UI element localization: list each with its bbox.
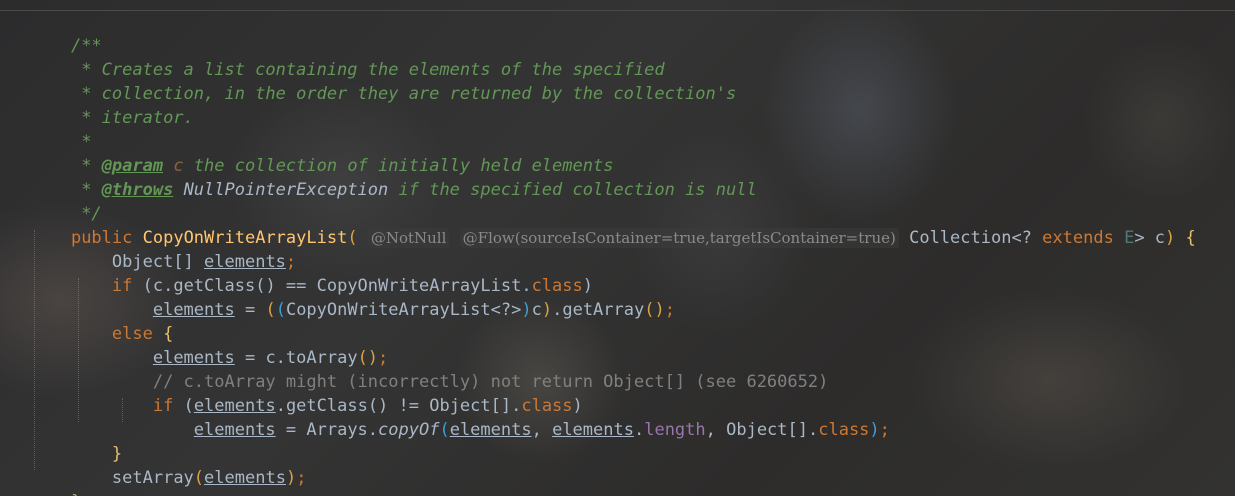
javadoc-exception-ref[interactable]: NullPointerException [173,180,389,200]
method-call[interactable]: .getArray [552,300,644,320]
code-editor[interactable]: /** * Creates a list containing the elem… [0,0,1235,496]
paren: ) [869,420,880,440]
paren: ) [521,300,532,320]
semicolon: ; [664,300,675,320]
paren: ) [285,468,297,488]
param-name[interactable]: > c [1134,228,1165,248]
local-variable[interactable]: elements [450,420,532,440]
variable-c[interactable]: c [532,300,542,320]
code-line-13[interactable]: else { [30,298,173,344]
code-line-8[interactable]: */ [30,178,101,224]
code-line-6[interactable]: * @param c the collection of initially h… [30,130,613,176]
code-line-18[interactable]: } [30,418,122,464]
method-call[interactable]: setArray [112,468,194,488]
cast-type[interactable]: CopyOnWriteArrayList<?> [286,300,521,320]
semicolon: ; [879,420,890,440]
code-line-15[interactable]: // c.toArray might (incorrectly) not ret… [30,346,829,392]
paren: ) [541,300,553,320]
paren: ( [193,468,205,488]
paren: ) [1165,228,1176,248]
paren: ( [439,420,450,440]
argument-type[interactable]: , Object[]. [706,420,819,440]
keyword-extends: extends [1042,228,1114,248]
code-line-19[interactable]: setArray(elements); [30,442,307,488]
code-line-4[interactable]: * iterator. [30,82,194,128]
javadoc-throws-tag[interactable]: @throws [102,180,174,200]
keyword-class: class [818,420,870,440]
paren: () [644,300,665,320]
brace: } [71,492,81,496]
code-line-2[interactable]: * Creates a list containing the elements… [30,34,664,80]
local-variable[interactable]: elements [194,420,276,440]
javadoc-text: if the specified collection is null [388,180,757,200]
inlay-hint-notnull[interactable]: @NotNull [367,228,450,248]
editor-top-border [0,10,1235,11]
code-line-1[interactable]: /** [30,10,102,56]
code-line-10[interactable]: Object[] elements; [30,226,296,272]
local-variable[interactable]: elements [204,468,286,488]
operator: = [234,300,266,320]
type-parameter[interactable]: E [1124,228,1134,248]
static-method-call[interactable]: copyOf [378,420,439,440]
comma: , [531,420,553,440]
code-line-12[interactable]: elements = ((CopyOnWriteArrayList<?>)c).… [30,274,675,320]
local-variable[interactable]: elements [552,420,634,440]
code-line-3[interactable]: * collection, in the order they are retu… [30,58,736,104]
field-length[interactable]: length [644,420,705,440]
brace: { [1185,228,1196,248]
paren: ( [275,300,286,320]
semicolon: ; [296,468,307,488]
static-access[interactable]: = Arrays. [276,420,378,440]
dot: . [633,420,645,440]
inlay-hint-flow[interactable]: @Flow(sourceIsContainer=true,targetIsCon… [459,228,899,248]
code-line-14[interactable]: elements = c.toArray(); [30,322,388,368]
code-line-17[interactable]: elements = Arrays.copyOf(elements, eleme… [30,394,890,440]
param-type[interactable]: Collection<? [909,228,1042,248]
code-line-16[interactable]: if (elements.getClass() != Object[].clas… [30,370,583,416]
code-line-7[interactable]: * @throws NullPointerException if the sp… [30,154,757,200]
code-line-5[interactable]: * [30,106,91,152]
code-line-11[interactable]: if (c.getClass() == CopyOnWriteArrayList… [30,250,593,296]
paren: ( [347,228,358,248]
paren: ( [265,300,276,320]
code-line-9[interactable]: public CopyOnWriteArrayList( @NotNull @F… [30,202,1196,248]
code-line-20[interactable]: } [30,466,81,496]
